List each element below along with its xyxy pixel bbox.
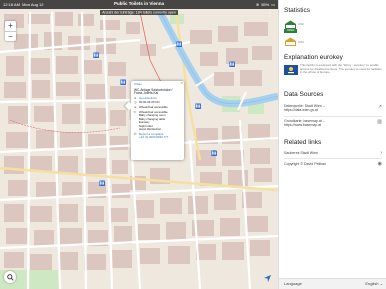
zoom-out-button[interactable]: − (5, 31, 16, 41)
sidebar: Statistics Urbz OPEN Urbz Explanation eu… (278, 0, 386, 289)
popup-title: WC-Anlage Salztorbrücke / Franz-Josefs-K… (134, 87, 173, 96)
navigation-arrow-icon (263, 274, 271, 282)
chart-trend-icon: ↗ (377, 104, 382, 110)
search-icon (6, 273, 14, 281)
language-selector[interactable]: Language English ⌄ (284, 281, 383, 286)
datasource-url[interactable]: https://www.basemap.at (284, 123, 382, 127)
chevron-down-icon: ⌄ (379, 281, 383, 286)
datasource-item[interactable]: Grundkarte: basemap.at – https://www.bas… (284, 119, 382, 128)
divider (284, 158, 382, 159)
map-icon: ▥ (377, 119, 382, 125)
divider (284, 116, 382, 117)
related-link-item[interactable]: Copyright © David Pelikan ◉ (284, 161, 382, 167)
toilet-info-popup: × Urban WC-Anlage Salztorbrücke / Franz-… (124, 81, 184, 160)
toilet-marker[interactable]: 🚻 (229, 62, 235, 68)
related-link-label: Sauberes Stadt Wien (284, 151, 318, 155)
zoom-control: + − (5, 21, 16, 41)
zoom-in-button[interactable]: + (5, 21, 16, 31)
battery-level: 55% (261, 2, 270, 7)
search-button[interactable] (4, 271, 16, 283)
open-badge: OPEN (284, 29, 297, 33)
language-value: English (365, 281, 379, 286)
related-link-item[interactable]: Sauberes Stadt Wien › (284, 150, 382, 156)
close-icon[interactable]: × (181, 81, 183, 85)
toilet-marker[interactable]: 🚻 (120, 80, 126, 86)
status-bar: 12:18 AM Mon Aug 12 Public Toilets in Vi… (0, 0, 278, 9)
closed-toilet-legend-icon (285, 37, 296, 46)
legend-label: Urbz (298, 22, 304, 26)
links-title: Related links (284, 139, 322, 146)
language-label: Language (284, 281, 302, 286)
feature-list: Wheelchair accessible Baby changing room… (139, 110, 168, 132)
toilet-marker[interactable]: 🚻 (99, 181, 105, 187)
toilet-marker[interactable]: 🚻 (211, 151, 217, 157)
status-icons: ≋ 55% ▭ (254, 2, 275, 7)
github-icon: ◉ (377, 161, 382, 167)
more-menu-icon[interactable]: ⋮ (266, 9, 274, 17)
toilet-marker[interactable]: 🚻 (93, 53, 99, 59)
map-view[interactable]: 🚻 🚻 🚻 🚻 🚻 🚻 🚻 🚻 12:18 AM Mon Aug 12 Publ… (0, 0, 278, 289)
phone-number[interactable]: +43 (1) 4000 8033 777 (139, 136, 168, 140)
report-row[interactable]: ✆ Report a complaint +43 (1) 4000 8033 77… (134, 132, 181, 140)
datasources-title: Data Sources (284, 91, 324, 98)
eurokey-description: This facility is equipped with the "EKey… (300, 63, 382, 75)
features-row: ≡ Wheelchair accessible Baby changing ro… (134, 110, 181, 132)
chevron-right-icon: › (380, 150, 382, 156)
toilet-marker[interactable]: 🚻 (176, 42, 182, 48)
map-subtitle: Anzahl der Einträge: 184 toilets current… (100, 9, 178, 15)
wifi-icon: ≋ (255, 2, 260, 7)
datasource-url[interactable]: https://data.wien.gv.at (284, 108, 382, 112)
legend-label: Urbz (298, 40, 304, 44)
statistics-title: Statistics (284, 7, 311, 14)
battery-icon: ▭ (271, 2, 275, 7)
app-title: Public Toilets in Vienna (113, 1, 165, 6)
eurokey-icon (284, 65, 298, 75)
related-link-label: Copyright © David Pelikan (284, 162, 326, 166)
toilet-marker[interactable]: 🚻 (195, 104, 201, 110)
popup-type: Urban (134, 82, 142, 86)
eurokey-title: Explanation eurokey (284, 54, 343, 61)
locate-button[interactable] (262, 273, 272, 283)
datasource-item[interactable]: Datenquelle: Stadt Wien – https://data.w… (284, 104, 382, 113)
